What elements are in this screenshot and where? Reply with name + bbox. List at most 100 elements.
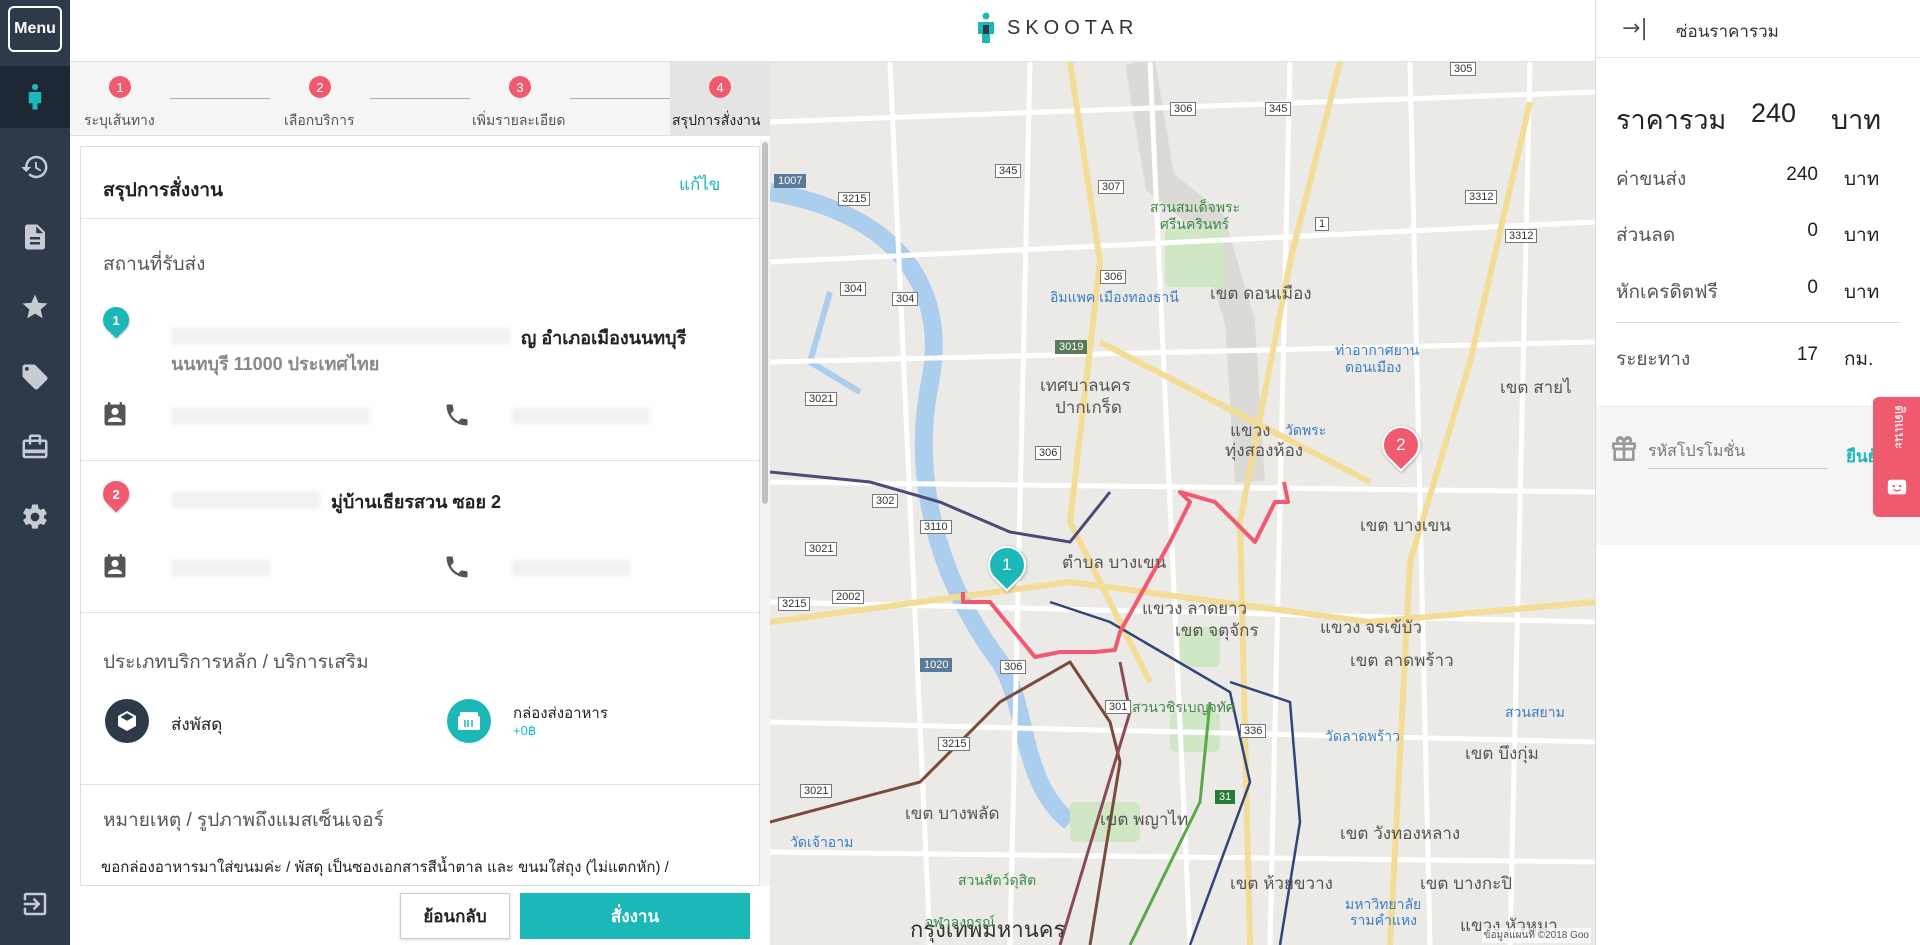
service-extra-label: กล่องส่งอาหาร	[513, 705, 608, 722]
sidebar-item-new-order[interactable]	[0, 66, 70, 128]
total-currency: บาท	[1831, 105, 1882, 135]
total-label: ราคารวม	[1616, 105, 1727, 135]
service-extra-price: +0฿	[513, 723, 537, 738]
service-main-label: ส่งพัสดุ	[171, 715, 223, 734]
smile-chat-icon	[1887, 479, 1907, 495]
price-row-label: ค่าขนส่ง	[1616, 169, 1687, 190]
step-summary[interactable]: 4 สรุปการสั่งงาน	[670, 62, 770, 136]
collapse-arrow-icon[interactable]: →|	[1622, 16, 1648, 41]
road-shield: 304	[892, 292, 919, 306]
map-label: เขต ห้วยขวาง	[1230, 874, 1333, 893]
road-shield: 1007	[774, 174, 807, 188]
services-section: ประเภทบริการหลัก / บริการเสริม ส่งพัสดุ …	[81, 613, 759, 785]
gear-icon	[23, 504, 47, 529]
redacted-address	[171, 491, 321, 509]
price-panel: →| ซ่อนราคารวม ราคารวม 240 บาท ค่าขนส่ง …	[1595, 0, 1920, 945]
skootar-logo-icon	[978, 12, 994, 43]
step-number: 3	[509, 76, 531, 98]
back-button[interactable]: ย้อนกลับ	[400, 893, 510, 939]
price-panel-header[interactable]: →| ซ่อนราคารวม	[1596, 0, 1920, 58]
road-shield: 3019	[1055, 340, 1088, 354]
summary-header: สรุปการสั่งงาน แก้ไข	[81, 147, 759, 219]
skootar-logo-icon	[28, 83, 42, 110]
brand-logo: SKOOTAR	[975, 12, 1138, 44]
map-label: เขต บึงกุ่ม	[1465, 744, 1539, 763]
distance-label: ระยะทาง	[1616, 349, 1691, 370]
distance-unit: กม.	[1844, 349, 1874, 370]
route-map[interactable]: เขต ดอนเมือง เทศบาลนคร ปากเกร็ด แขวง ทุ่…	[770, 62, 1595, 945]
road-shield: 31	[1215, 790, 1236, 804]
road-shield: 302	[872, 494, 899, 508]
redacted-contact-name	[171, 559, 271, 577]
gift-icon	[1612, 435, 1636, 461]
menu-button[interactable]: Menu	[8, 6, 62, 52]
map-park-label: สวนวชิรเบญจทัศ	[1132, 699, 1235, 715]
notes-text: ขอกล่องอาหารมาใส่ขนมค่ะ / พัสดุ เป็นซองเ…	[101, 859, 669, 876]
map-poi-label: วัดเจ้าอาม	[790, 834, 854, 850]
star-icon	[22, 294, 48, 319]
edit-link[interactable]: แก้ไข	[679, 171, 720, 198]
price-row-shipping: ค่าขนส่ง 240 บาท	[1616, 164, 1886, 190]
map-label: เขต วังทองหลาง	[1340, 824, 1461, 843]
sidebar-item-promotions[interactable]	[0, 346, 70, 408]
map-label: เขต บางเขน	[1360, 516, 1451, 535]
map-poi-label: วัดลาดพร้าว	[1325, 728, 1400, 744]
hide-total-label[interactable]: ซ่อนราคารวม	[1676, 18, 1779, 45]
step-route[interactable]: 1 ระบุเส้นทาง	[70, 62, 170, 136]
map-label: เขต จตุจักร	[1175, 621, 1259, 640]
sidebar-item-favorites[interactable]	[0, 276, 70, 338]
panel-scrollbar-thumb[interactable]	[762, 142, 768, 504]
feedback-label: ติดแนะ	[1892, 405, 1908, 450]
road-shield: 306	[1100, 270, 1127, 284]
road-shield: 3215	[778, 597, 811, 611]
step-connector	[570, 98, 670, 99]
map-label: เขต พญาไท	[1100, 810, 1189, 829]
price-row-label: ส่วนลด	[1616, 225, 1676, 246]
map-attribution[interactable]: ข้อมูลแผนที่ ©2018 Goo	[1481, 928, 1591, 943]
brand-name: SKOOTAR	[1007, 16, 1139, 39]
contact-card-icon	[101, 401, 129, 429]
road-shield: 3110	[920, 520, 952, 534]
road-shield: 3312	[1505, 229, 1538, 243]
road-shield: 3312	[1465, 190, 1498, 204]
step-service[interactable]: 2 เลือกบริการ	[270, 62, 370, 136]
services-title: ประเภทบริการหลัก / บริการเสริม	[103, 652, 369, 673]
step-label: เลือกบริการ	[284, 112, 355, 128]
sidebar-item-settings[interactable]	[0, 486, 70, 548]
stop-2-section: 2 มู่บ้านเธียรสวน ซอย 2	[81, 461, 759, 613]
sidebar-item-logout[interactable]	[0, 873, 70, 935]
step-connector	[170, 98, 270, 99]
feedback-tab[interactable]: ติดแนะ	[1873, 397, 1920, 517]
map-label: ปากเกร็ด	[1055, 398, 1122, 417]
road-shield: 307	[1098, 180, 1125, 194]
sidebar-item-wallet[interactable]	[0, 416, 70, 478]
phone-icon	[443, 553, 471, 581]
road-shield: 345	[995, 164, 1022, 178]
step-details[interactable]: 3 เพิ่มรายละเอียด	[470, 62, 570, 136]
map-poi-label: อิมแพค เมืองทองธานี	[1050, 289, 1179, 305]
road-shield: 301	[1105, 700, 1132, 714]
history-icon	[21, 155, 48, 179]
road-shield: 3021	[805, 542, 838, 556]
road-shield: 3215	[838, 192, 871, 206]
sidebar-item-history[interactable]	[0, 136, 70, 198]
redacted-address	[171, 327, 511, 345]
price-row-label: หักเครดิตฟรี	[1616, 282, 1718, 303]
road-shield: 306	[1000, 660, 1027, 674]
logout-icon	[23, 892, 47, 916]
map-poi-label: วัดพระ	[1285, 422, 1327, 438]
promo-code-input[interactable]	[1648, 435, 1828, 469]
road-shield: 1020	[920, 658, 953, 672]
order-summary-panel: สรุปการสั่งงาน แก้ไข สถานที่รับส่ง 1 ญ อ…	[80, 146, 760, 886]
locations-title: สถานที่รับส่ง	[103, 254, 206, 275]
place-order-button[interactable]: สั่งงาน	[520, 893, 750, 939]
map-label: ตำบล บางเขน	[1062, 553, 1167, 572]
price-row-unit: บาท	[1844, 169, 1880, 190]
sidebar-item-documents[interactable]	[0, 206, 70, 268]
step-connector	[370, 98, 470, 99]
road-shield: 3021	[805, 392, 838, 406]
total-value: 240	[1750, 98, 1796, 128]
map-label: แขวง จรเข้บัว	[1320, 618, 1423, 637]
distance-value: 17	[1796, 344, 1818, 365]
step-label: ระบุเส้นทาง	[84, 112, 155, 128]
